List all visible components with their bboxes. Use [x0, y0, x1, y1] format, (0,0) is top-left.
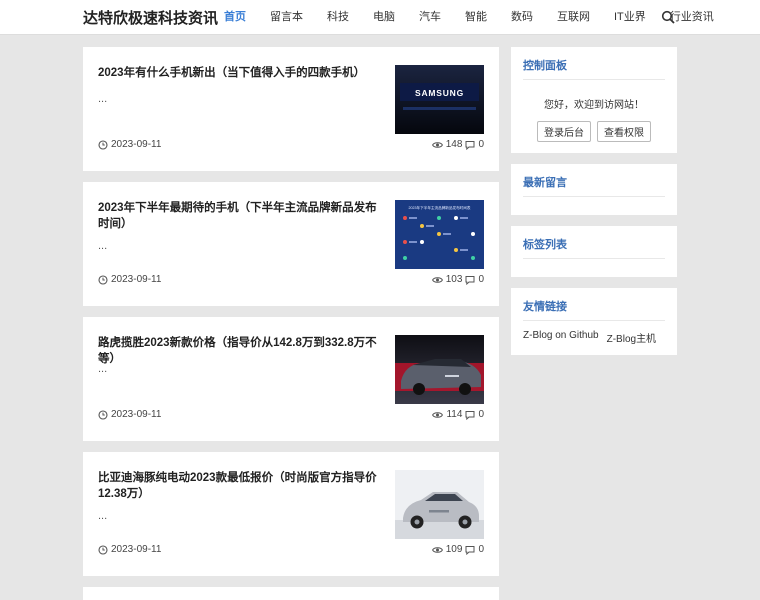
site-header: 达特欣极速科技资讯 首页 留言本 科技 电脑 汽车 智能 数码 互联网 IT业界…	[0, 0, 760, 35]
thumb-caption: SAMSUNG	[415, 88, 464, 98]
nav-item-auto[interactable]: 汽车	[407, 0, 453, 35]
comment-count: 0	[478, 139, 484, 150]
nav-item-computer[interactable]: 电脑	[361, 0, 407, 35]
widget-title: 最新留言	[523, 174, 665, 197]
comment-icon	[465, 545, 475, 555]
post-list: 2023年有什么手机新出（当下值得入手的四款手机） ... 2023-09-11…	[83, 47, 499, 600]
post-date-text: 2023-09-11	[111, 409, 162, 420]
view-permissions-button[interactable]: 查看权限	[597, 121, 651, 142]
nav-item-home[interactable]: 首页	[212, 0, 258, 35]
post-card: 比亚迪海豚纯电动2023款最低报价（时尚版官方指导价12.38万） ... 20…	[83, 452, 499, 576]
post-stats: 103 0	[431, 274, 484, 285]
view-count: 148	[445, 139, 463, 150]
post-excerpt: ...	[98, 93, 108, 105]
comment-icon	[465, 275, 475, 285]
eye-icon	[431, 141, 443, 148]
widget-title: 友情链接	[523, 298, 665, 321]
post-date: 2023-09-11	[98, 274, 161, 285]
friend-links: Z-Blog on Github Z-Blog主机	[523, 330, 665, 345]
post-meta: 2023-09-11 103 0	[98, 274, 484, 288]
eye-icon	[432, 411, 444, 418]
post-title[interactable]: 2023年有什么手机新出（当下值得入手的四款手机）	[98, 65, 378, 81]
comment-icon	[465, 140, 475, 150]
post-excerpt: ...	[98, 510, 108, 522]
tags-widget: 标签列表	[511, 226, 677, 277]
clock-icon	[98, 274, 108, 285]
main-nav: 首页 留言本 科技 电脑 汽车 智能 数码 互联网 IT业界 行业资讯	[212, 0, 726, 35]
post-date: 2023-09-11	[98, 139, 161, 150]
view-count: 114	[446, 409, 463, 420]
post-date: 2023-09-11	[98, 544, 161, 555]
clock-icon	[98, 409, 108, 420]
comment-count: 0	[478, 544, 484, 555]
link-zblog-github[interactable]: Z-Blog on Github	[523, 330, 599, 345]
clock-icon	[98, 139, 108, 150]
clock-icon	[98, 544, 108, 555]
post-date: 2023-09-11	[98, 409, 161, 420]
nav-item-it-industry[interactable]: IT业界	[602, 0, 658, 35]
search-icon[interactable]	[661, 10, 675, 24]
post-stats: 114 0	[432, 409, 484, 420]
post-date-text: 2023-09-11	[111, 139, 162, 150]
post-date-text: 2023-09-11	[111, 544, 162, 555]
nav-item-smart[interactable]: 智能	[453, 0, 499, 35]
post-thumbnail[interactable]: SAMSUNG	[395, 65, 484, 134]
post-meta: 2023-09-11 148 0	[98, 139, 484, 153]
post-title[interactable]: 比亚迪海豚纯电动2023款最低报价（时尚版官方指导价12.38万）	[98, 470, 378, 502]
view-count: 109	[445, 544, 463, 555]
friend-links-widget: 友情链接 Z-Blog on Github Z-Blog主机	[511, 288, 677, 355]
comment-count: 0	[478, 274, 484, 285]
post-date-text: 2023-09-11	[111, 274, 162, 285]
control-buttons: 登录后台 查看权限	[523, 121, 665, 142]
post-thumbnail[interactable]	[395, 470, 484, 539]
post-stats: 148 0	[431, 139, 484, 150]
post-meta: 2023-09-11 114 0	[98, 409, 484, 423]
widget-title: 标签列表	[523, 236, 665, 259]
post-stats: 109 0	[431, 544, 484, 555]
post-thumbnail[interactable]	[395, 335, 484, 404]
latest-comments-widget: 最新留言	[511, 164, 677, 215]
view-count: 103	[445, 274, 463, 285]
link-zblog-host[interactable]: Z-Blog主机	[607, 330, 656, 345]
sidebar: 控制面板 您好，欢迎到访网站！ 登录后台 查看权限 最新留言 标签列表 友情链接…	[511, 47, 677, 366]
post-card	[83, 587, 499, 600]
nav-item-guestbook[interactable]: 留言本	[258, 0, 315, 35]
post-thumbnail[interactable]: 2023年下半年主流品牌新品发布时间表	[395, 200, 484, 269]
site-title[interactable]: 达特欣极速科技资讯	[83, 7, 218, 28]
comment-icon	[465, 410, 475, 420]
post-excerpt: ...	[98, 363, 108, 375]
post-card: 路虎揽胜2023新款价格（指导价从142.8万到332.8万不等） ... 20…	[83, 317, 499, 441]
widget-title: 控制面板	[523, 57, 665, 80]
nav-item-tech[interactable]: 科技	[315, 0, 361, 35]
post-title[interactable]: 2023年下半年最期待的手机（下半年主流品牌新品发布时间）	[98, 200, 378, 232]
control-panel-widget: 控制面板 您好，欢迎到访网站！ 登录后台 查看权限	[511, 47, 677, 153]
welcome-text: 您好，欢迎到访网站！	[544, 100, 644, 111]
thumb-caption: 2023年下半年主流品牌新品发布时间表	[409, 205, 471, 210]
post-meta: 2023-09-11 109 0	[98, 544, 484, 558]
post-excerpt: ...	[98, 240, 108, 252]
post-title[interactable]: 路虎揽胜2023新款价格（指导价从142.8万到332.8万不等）	[98, 335, 378, 367]
post-card: 2023年下半年最期待的手机（下半年主流品牌新品发布时间） ... 2023-0…	[83, 182, 499, 306]
nav-item-digital[interactable]: 数码	[499, 0, 545, 35]
eye-icon	[431, 546, 443, 553]
post-card: 2023年有什么手机新出（当下值得入手的四款手机） ... 2023-09-11…	[83, 47, 499, 171]
nav-item-internet[interactable]: 互联网	[545, 0, 602, 35]
eye-icon	[431, 276, 443, 283]
login-button[interactable]: 登录后台	[537, 121, 591, 142]
comment-count: 0	[478, 409, 484, 420]
